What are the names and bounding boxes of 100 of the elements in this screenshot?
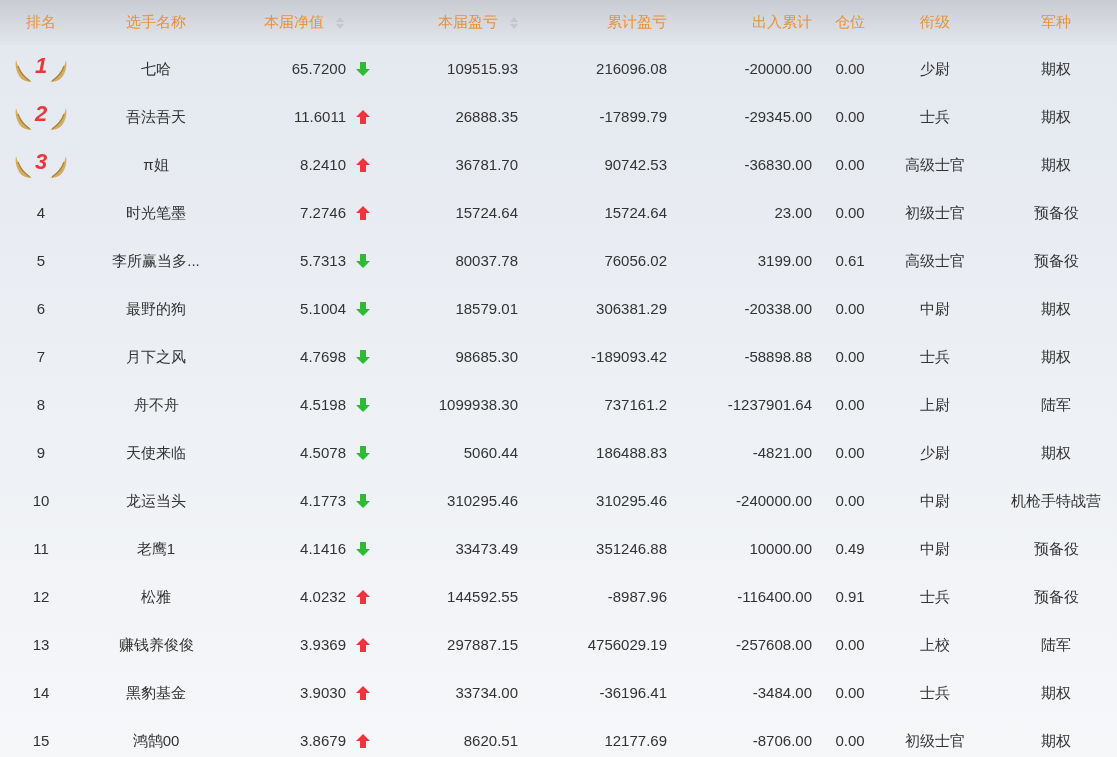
player-name: 老鹰1 (136, 538, 176, 559)
table-cell-text: 预备役 (1033, 538, 1079, 559)
table-cell-text: 期权 (1041, 442, 1071, 463)
rank-number: 4 (36, 202, 46, 223)
table-cell-text: 306381.29 (596, 298, 667, 319)
player-name: 天使来临 (126, 442, 186, 463)
table-cell-text: 少尉 (920, 58, 950, 79)
column-header: 排名 (26, 12, 56, 33)
table-cell-text: 中尉 (920, 538, 950, 559)
rank-number: 13 (32, 634, 50, 655)
column-header: 军种 (1041, 12, 1071, 33)
table-cell-text: 351246.88 (596, 538, 667, 559)
net-value: 4.1416 (300, 538, 346, 559)
player-name: 吾法吾天 (126, 106, 186, 127)
table-cell-text: 初级士官 (905, 730, 965, 751)
table-cell-text: 士兵 (920, 106, 950, 127)
table-cell-text: 0.91 (835, 586, 865, 607)
net-value: 65.7200 (291, 58, 346, 79)
rank-number: 11 (33, 538, 49, 559)
column-header: 选手名称 (126, 12, 186, 33)
table-cell-text: 0.00 (835, 202, 865, 223)
net-value: 8.2410 (300, 154, 346, 175)
table-cell-text: -3484.00 (752, 682, 812, 703)
table-cell-text: 5060.44 (463, 442, 518, 463)
table-cell-text: 310295.46 (447, 490, 518, 511)
table-cell-text: -189093.42 (591, 346, 667, 367)
table-cell-text: 216096.08 (596, 58, 667, 79)
table-cell-text: 高级士官 (905, 250, 965, 271)
rank-medal: 1 (14, 55, 68, 83)
table-cell-text: 33734.00 (455, 682, 518, 703)
player-name: 月下之风 (126, 346, 186, 367)
column-header[interactable]: 本届净值 (264, 11, 344, 34)
table-cell-text: 18579.01 (455, 298, 518, 319)
table-cell-text: -29345.00 (744, 106, 812, 127)
net-value: 4.5078 (300, 442, 346, 463)
table-cell-text: 陆军 (1041, 634, 1071, 655)
column-header[interactable]: 本届盈亏 (438, 11, 518, 34)
table-cell-text: -8987.96 (607, 586, 667, 607)
rank-number: 9 (36, 442, 46, 463)
net-value: 3.9369 (300, 634, 346, 655)
table-cell-text: 中尉 (920, 298, 950, 319)
rank-medal: 2 (14, 103, 68, 131)
player-name: 七哈 (141, 58, 171, 79)
net-value: 4.5198 (300, 394, 346, 415)
player-name: 松雅 (141, 586, 171, 607)
table-cell-text: 0.00 (835, 298, 865, 319)
net-value: 4.7698 (300, 346, 346, 367)
rank-number: 12 (32, 586, 50, 607)
table-cell-text: -36196.41 (599, 682, 667, 703)
table-cell-text: -8706.00 (752, 730, 812, 751)
rank-number: 15 (32, 730, 50, 751)
table-cell-text: 36781.70 (455, 154, 518, 175)
table-cell-text: 76056.02 (604, 250, 667, 271)
net-value: 3.9030 (300, 682, 346, 703)
table-cell-text: 士兵 (920, 346, 950, 367)
table-cell-text: 少尉 (920, 442, 950, 463)
table-cell-text: 预备役 (1033, 202, 1079, 223)
net-value: 11.6011 (294, 106, 346, 127)
table-cell-text: -116400.00 (737, 586, 812, 607)
table-cell-text: 144592.55 (447, 586, 518, 607)
player-name: 赚钱养俊俊 (118, 634, 194, 655)
net-value: 7.2746 (300, 202, 346, 223)
net-value: 3.8679 (300, 730, 346, 751)
column-header: 出入累计 (752, 12, 812, 33)
table-cell-text: 陆军 (1041, 394, 1071, 415)
table-cell-text: 期权 (1041, 298, 1071, 319)
table-cell-text: 中尉 (920, 490, 950, 511)
table-cell-text: 310295.46 (596, 490, 667, 511)
table-cell-text: 26888.35 (455, 106, 518, 127)
net-value: 5.7313 (300, 250, 346, 271)
table-cell-text: 0.00 (835, 442, 865, 463)
table-cell-text: -4821.00 (752, 442, 812, 463)
table-cell-text: 期权 (1041, 730, 1071, 751)
table-cell-text: -36830.00 (744, 154, 812, 175)
table-cell-text: 上校 (920, 634, 950, 655)
rank-number: 6 (36, 298, 46, 319)
table-cell-text: 0.00 (835, 106, 865, 127)
table-cell-text: 109515.93 (447, 58, 518, 79)
net-value: 4.1773 (300, 490, 346, 511)
table-cell-text: 33473.49 (455, 538, 518, 559)
table-cell-text: 15724.64 (455, 202, 518, 223)
table-cell-text: 期权 (1041, 346, 1071, 367)
rank-medal: 3 (14, 151, 68, 179)
table-cell-text: 8620.51 (463, 730, 518, 751)
table-cell-text: 0.00 (835, 346, 865, 367)
column-header: 累计盈亏 (607, 12, 667, 33)
table-cell-text: 15724.64 (604, 202, 667, 223)
table-cell-text: 0.00 (835, 394, 865, 415)
table-cell-text: -1237901.64 (727, 394, 812, 415)
rank-number: 8 (36, 394, 46, 415)
table-cell-text: 297887.15 (447, 634, 518, 655)
table-cell-text: 0.61 (835, 250, 865, 271)
table-cell-text: 预备役 (1033, 250, 1079, 271)
net-value: 5.1004 (300, 298, 346, 319)
player-name: 李所赢当多... (112, 250, 200, 271)
player-name: 鸿鹄00 (132, 730, 180, 751)
column-header: 衔级 (920, 12, 950, 33)
table-cell-text: 737161.2 (604, 394, 667, 415)
rank-number: 14 (32, 682, 50, 703)
rank-number: 5 (36, 250, 46, 271)
